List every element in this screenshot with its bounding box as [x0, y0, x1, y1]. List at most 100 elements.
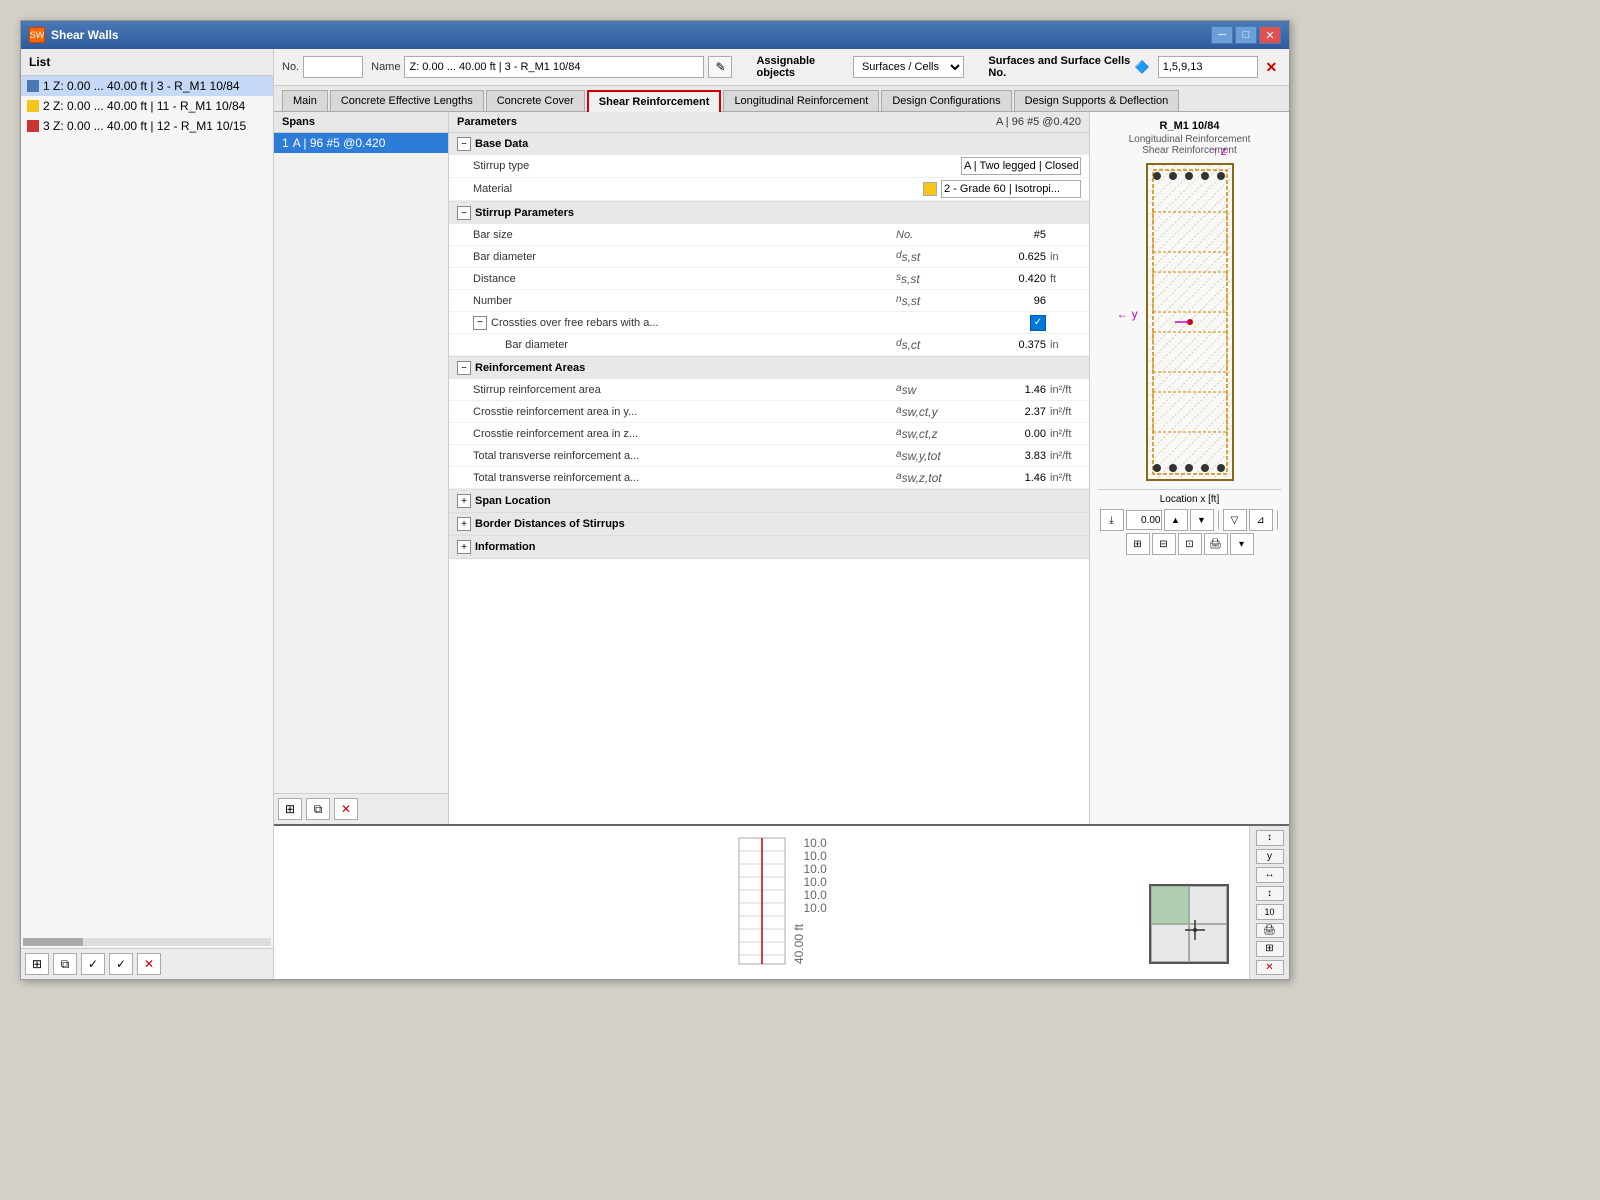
- list-item-color-3: [27, 120, 39, 132]
- total-z-label: Total transverse reinforcement a...: [473, 472, 896, 484]
- spans-delete-button[interactable]: ✕: [334, 798, 358, 820]
- left-scrollbar[interactable]: [23, 938, 271, 946]
- section-base-data-header[interactable]: − Base Data: [449, 133, 1089, 155]
- tab-concrete-cover[interactable]: Concrete Cover: [486, 90, 585, 111]
- crosstie-z-value: 0.00: [966, 428, 1046, 440]
- distance-symbol: ss,st: [896, 272, 966, 286]
- expand-span-location[interactable]: +: [457, 494, 471, 508]
- tab-main[interactable]: Main: [282, 90, 328, 111]
- crosstie-y-label: Crosstie reinforcement area in y...: [473, 406, 896, 418]
- viz-btn-2[interactable]: y: [1256, 849, 1284, 865]
- list-item-1[interactable]: 1 Z: 0.00 ... 40.00 ft | 3 - R_M1 10/84: [21, 76, 273, 96]
- lower-viz-toolbar: ↕ y ↔ ↕ 10 🖨 ⊞ ✕: [1249, 826, 1289, 979]
- span-item-1[interactable]: 1 A | 96 #5 @0.420: [274, 133, 448, 153]
- expand-base-data[interactable]: −: [457, 137, 471, 151]
- grid-cell-tr: [1189, 886, 1227, 924]
- list-check1-button[interactable]: ✓: [81, 953, 105, 975]
- viz-btn-8[interactable]: ✕: [1256, 960, 1284, 976]
- surfaces-clear-button[interactable]: ✕: [1262, 56, 1281, 78]
- section-information-header[interactable]: + Information: [449, 536, 1089, 558]
- expand-crossties[interactable]: −: [473, 316, 487, 330]
- tab-shear-reinforcement[interactable]: Shear Reinforcement: [587, 90, 722, 112]
- tab-design-config[interactable]: Design Configurations: [881, 90, 1011, 111]
- section-reinforcement-areas-header[interactable]: − Reinforcement Areas: [449, 357, 1089, 379]
- list-item-3[interactable]: 3 Z: 0.00 ... 40.00 ft | 12 - R_M1 10/15: [21, 116, 273, 136]
- name-input[interactable]: [404, 56, 704, 78]
- tab-concrete-lengths[interactable]: Concrete Effective Lengths: [330, 90, 484, 111]
- view2-button[interactable]: ⊟: [1152, 533, 1176, 555]
- viz-btn-5[interactable]: 10: [1256, 904, 1284, 920]
- no-field-group: No.: [282, 56, 363, 78]
- row-distance: Distance ss,st 0.420 ft: [449, 268, 1089, 290]
- list-copy-button[interactable]: ⧉: [53, 953, 77, 975]
- distance-value: 0.420: [966, 273, 1046, 285]
- assignable-label: Assignable objects: [756, 55, 848, 79]
- more-button[interactable]: ▾: [1230, 533, 1254, 555]
- right-panel: No. Name ✎ Assignable objects Surfaces /…: [274, 49, 1289, 979]
- expand-stirrup-params[interactable]: −: [457, 206, 471, 220]
- stirrup-type-label: Stirrup type: [473, 160, 891, 172]
- minimize-button[interactable]: ─: [1211, 26, 1233, 44]
- position-up-button[interactable]: ▲: [1164, 509, 1188, 531]
- filter-button[interactable]: ▽: [1223, 509, 1247, 531]
- section-base-data: − Base Data Stirrup type Material: [449, 133, 1089, 202]
- viz-btn-3[interactable]: ↔: [1256, 867, 1284, 883]
- total-y-unit: in²/ft: [1046, 450, 1081, 462]
- viz-btn-6[interactable]: 🖨: [1256, 923, 1284, 939]
- position-input[interactable]: [1126, 510, 1162, 530]
- list-item-2[interactable]: 2 Z: 0.00 ... 40.00 ft | 11 - R_M1 10/84: [21, 96, 273, 116]
- viz-btn-1[interactable]: ↕: [1256, 830, 1284, 846]
- number-label: Number: [473, 295, 896, 307]
- bar-diameter-ct-label: Bar diameter: [505, 339, 896, 351]
- tab-longitudinal[interactable]: Longitudinal Reinforcement: [723, 90, 879, 111]
- assignable-group: Assignable objects Surfaces / Cells: [756, 55, 964, 79]
- list-new-button[interactable]: ⊞: [25, 953, 49, 975]
- view3-button[interactable]: ⊡: [1178, 533, 1202, 555]
- filter2-button[interactable]: ⊿: [1249, 509, 1273, 531]
- crossties-checkbox[interactable]: ✓: [1030, 315, 1046, 331]
- row-crosstie-z: Crosstie reinforcement area in z... asw,…: [449, 423, 1089, 445]
- window-title: Shear Walls: [51, 28, 119, 42]
- material-input[interactable]: [941, 180, 1081, 198]
- section-stirrup-params-header[interactable]: − Stirrup Parameters: [449, 202, 1089, 224]
- spans-header: Spans: [274, 112, 448, 133]
- list-check2-button[interactable]: ✓: [109, 953, 133, 975]
- app-icon: SW: [29, 27, 45, 43]
- assignable-select[interactable]: Surfaces / Cells: [853, 56, 964, 78]
- stirrup-type-input[interactable]: [961, 157, 1081, 175]
- left-panel: List 1 Z: 0.00 ... 40.00 ft | 3 - R_M1 1…: [21, 49, 274, 979]
- preview-export-button[interactable]: ⤓: [1100, 509, 1124, 531]
- bar-diameter-ct-value: 0.375: [966, 339, 1046, 351]
- z-axis-label: ↑ z: [1213, 144, 1227, 158]
- viz-btn-4[interactable]: ↕: [1256, 886, 1284, 902]
- no-input[interactable]: [303, 56, 363, 78]
- tab-design-supports[interactable]: Design Supports & Deflection: [1014, 90, 1180, 111]
- spans-new-button[interactable]: ⊞: [278, 798, 302, 820]
- spans-copy-button[interactable]: ⧉: [306, 798, 330, 820]
- section-border-distances-header[interactable]: + Border Distances of Stirrups: [449, 513, 1089, 535]
- expand-border-distances[interactable]: +: [457, 517, 471, 531]
- bar-size-symbol: No.: [896, 229, 966, 241]
- maximize-button[interactable]: □: [1235, 26, 1257, 44]
- crosstie-z-label: Crosstie reinforcement area in z...: [473, 428, 896, 440]
- spans-title: Spans: [282, 116, 315, 128]
- section-span-location-header[interactable]: + Span Location: [449, 490, 1089, 512]
- name-edit-button[interactable]: ✎: [708, 56, 732, 78]
- surfaces-input[interactable]: [1158, 56, 1258, 78]
- view1-button[interactable]: ⊞: [1126, 533, 1150, 555]
- close-button[interactable]: ✕: [1259, 26, 1281, 44]
- preview-title: R_M1 10/84: [1160, 120, 1220, 132]
- stirrup-area-value: 1.46: [966, 384, 1046, 396]
- viz-btn-7[interactable]: ⊞: [1256, 941, 1284, 957]
- location-label: Location x [ft]: [1098, 494, 1281, 505]
- list-delete-button[interactable]: ✕: [137, 953, 161, 975]
- position-down-button[interactable]: ▼: [1190, 509, 1214, 531]
- row-bar-diameter-ct: Bar diameter ds,ct 0.375 in: [449, 334, 1089, 356]
- params-header: Parameters A | 96 #5 @0.420: [449, 112, 1089, 133]
- scale-text: 40.00 ft: [792, 924, 806, 964]
- print-button[interactable]: 🖨: [1204, 533, 1228, 555]
- expand-reinforcement-areas[interactable]: −: [457, 361, 471, 375]
- stirrup-area-label: Stirrup reinforcement area: [473, 384, 896, 396]
- expand-information[interactable]: +: [457, 540, 471, 554]
- information-title: Information: [475, 541, 536, 553]
